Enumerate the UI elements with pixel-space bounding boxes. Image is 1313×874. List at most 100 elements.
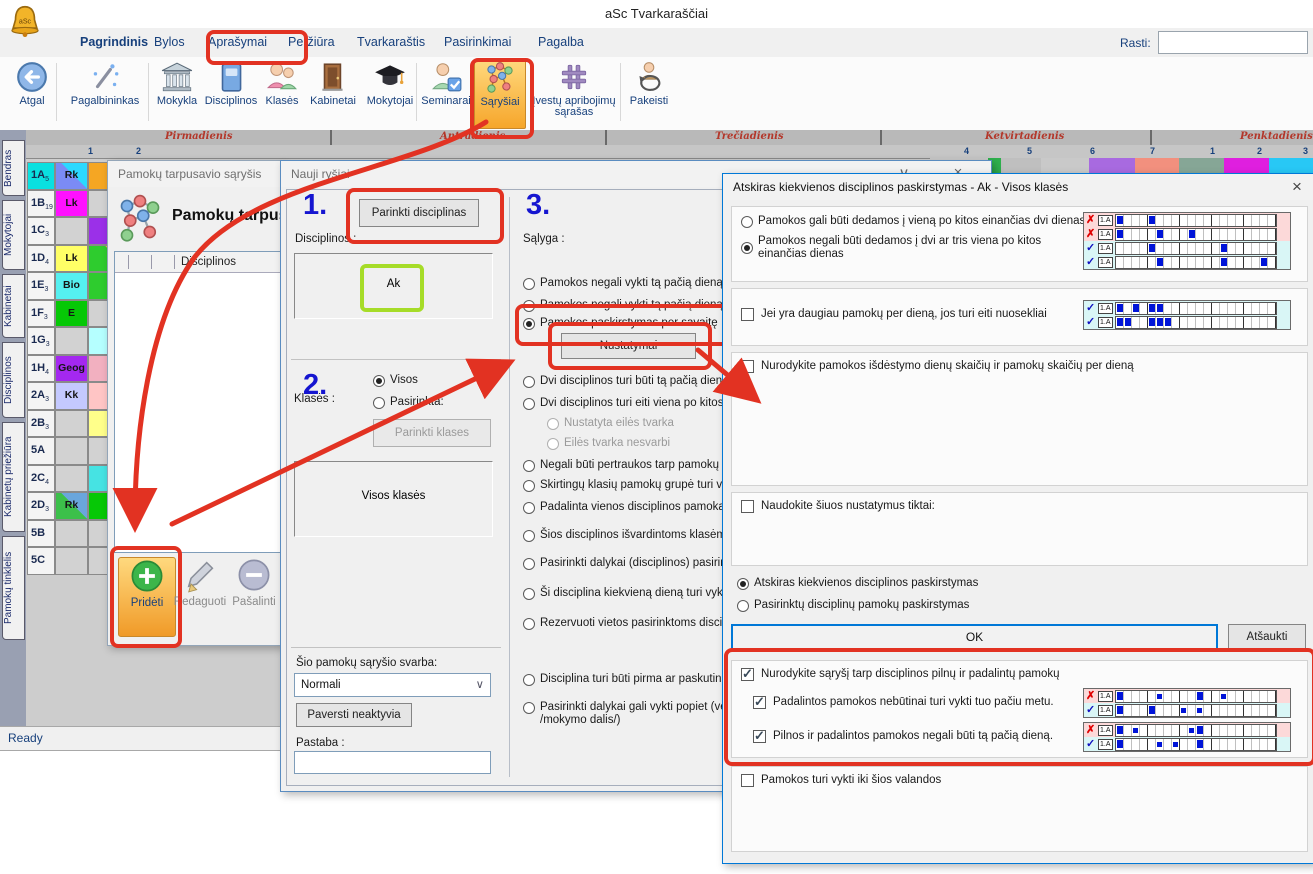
class-row-2B[interactable]: 2B3	[27, 410, 55, 438]
condition-radio-12[interactable]	[523, 558, 535, 570]
asc-bell-icon[interactable]: aSc	[6, 2, 44, 42]
consecutive-forbidden-radio[interactable]	[741, 242, 753, 254]
condition-label-16[interactable]: Pasirinkti dalykai gali vykti popiet (vė…	[540, 701, 750, 727]
sidebar-tab-kabinetai[interactable]: Kabinetai	[2, 274, 25, 338]
toolbar-button-atgal[interactable]: Atgal	[10, 59, 54, 127]
find-input[interactable]	[1158, 31, 1308, 54]
sidebar-tab-mokytojai[interactable]: Mokytojai	[2, 200, 25, 270]
condition-label-10[interactable]: Padalinta vienos disciplinos pamoka tu	[540, 501, 738, 513]
lesson-cell[interactable]	[55, 217, 88, 245]
class-row-1C[interactable]: 1C3	[27, 217, 55, 245]
until-hour-checkbox[interactable]	[741, 774, 754, 787]
condition-radio-4[interactable]	[523, 376, 535, 388]
class-row-1G[interactable]: 1G3	[27, 327, 55, 355]
condition-label-7[interactable]: Eilės tvarka nesvarbi	[564, 437, 670, 449]
lesson-cell[interactable]: Kk	[55, 382, 88, 410]
condition-label-14[interactable]: Rezervuoti vietos pasirinktoms discipli	[540, 617, 734, 629]
deactivate-button[interactable]: Paversti neaktyvia	[296, 703, 412, 727]
toolbar-button-pakeisti[interactable]: Pakeisti	[624, 59, 674, 127]
classes-all-radio[interactable]	[373, 375, 385, 387]
class-row-5B[interactable]: 5B	[27, 520, 55, 548]
selected-subjects-radio[interactable]	[737, 600, 749, 612]
lesson-cell[interactable]	[55, 410, 88, 438]
lesson-cell[interactable]: Bio	[55, 272, 88, 300]
consecutive-allowed-radio[interactable]	[741, 216, 753, 228]
sequential-checkbox[interactable]	[741, 308, 754, 321]
class-row-2D[interactable]: 2D3	[27, 492, 55, 520]
class-row-1E[interactable]: 1E3	[27, 272, 55, 300]
relations-column-header[interactable]: Disciplinos	[175, 256, 236, 268]
lesson-cell[interactable]: Lk	[55, 245, 88, 273]
toolbar-button-kabinetai[interactable]: Kabinetai	[306, 59, 360, 127]
menu-item-bylos[interactable]: Bylos	[154, 35, 185, 49]
toolbar-button-klasės[interactable]: Klasės	[260, 59, 304, 127]
condition-label-13[interactable]: Ši disciplina kiekvieną dieną turi vykti	[540, 587, 729, 599]
classes-selected-radio[interactable]	[373, 397, 385, 409]
sidebar-tab-pamokų-tinklelis[interactable]: Pamokų tinklelis	[2, 536, 25, 640]
until-hour-label[interactable]: Pamokos turi vykti iki šios valandos	[761, 774, 941, 786]
class-row-1D[interactable]: 1D4	[27, 245, 55, 273]
toolbar-button-seminarai[interactable]: Seminarai	[420, 59, 472, 127]
remove-relation-button[interactable]: Pašalinti	[226, 557, 282, 635]
specify-days-checkbox[interactable]	[741, 360, 754, 373]
menu-item-pagalba[interactable]: Pagalba	[538, 35, 584, 49]
condition-radio-16[interactable]	[523, 702, 535, 714]
condition-radio-7[interactable]	[547, 438, 559, 450]
condition-label-6[interactable]: Nustatyta eilės tvarka	[564, 417, 674, 429]
lesson-cell[interactable]	[55, 437, 88, 465]
classes-all-label[interactable]: Visos	[390, 374, 418, 386]
condition-radio-10[interactable]	[523, 502, 535, 514]
toolbar-button-mokykla[interactable]: Mokykla	[152, 59, 202, 127]
sidebar-tab-kabinetų-priežiūra[interactable]: Kabinetų priežiūra	[2, 422, 25, 532]
condition-radio-14[interactable]	[523, 618, 535, 630]
relations-list[interactable]: Disciplinos	[114, 251, 283, 553]
toolbar-button-disciplinos[interactable]: Disciplinos	[204, 59, 258, 127]
lesson-cell[interactable]: Rk	[55, 492, 88, 520]
sequential-label[interactable]: Jei yra daugiau pamokų per dieną, jos tu…	[761, 308, 1047, 320]
importance-select[interactable]: Normali∨	[294, 673, 491, 697]
lesson-cell[interactable]	[55, 465, 88, 493]
condition-label-12[interactable]: Pasirinkti dalykai (disciplinos) pasirin…	[540, 557, 736, 569]
class-row-2A[interactable]: 2A3	[27, 382, 55, 410]
each-discipline-radio[interactable]	[737, 578, 749, 590]
class-row-1B[interactable]: 1B19	[27, 190, 55, 218]
class-row-5C[interactable]: 5C	[27, 547, 55, 575]
condition-label-8[interactable]: Negali būti pertraukos tarp pamokų gr	[540, 459, 732, 471]
lesson-cell[interactable]: E	[55, 300, 88, 328]
classes-selected-label[interactable]: Pasirinkta:	[390, 396, 444, 408]
use-only-checkbox[interactable]	[741, 500, 754, 513]
lesson-cell[interactable]	[55, 520, 88, 548]
note-input[interactable]	[294, 751, 491, 774]
condition-radio-11[interactable]	[523, 530, 535, 542]
sidebar-tab-bendras[interactable]: Bendras	[2, 140, 25, 196]
sidebar-tab-disciplinos[interactable]: Disciplinos	[2, 342, 25, 418]
condition-radio-9[interactable]	[523, 480, 535, 492]
pick-classes-button[interactable]: Parinkti klases	[373, 419, 491, 447]
cancel-button[interactable]: Atšaukti	[1228, 624, 1306, 650]
condition-label-15[interactable]: Disciplina turi būti pirma ar paskutinė	[540, 673, 728, 685]
specify-days-label[interactable]: Nurodykite pamokos išdėstymo dienų skaič…	[761, 360, 1134, 372]
toolbar-button-įvestų-apribojimų-sąrašas[interactable]: Įvestų apribojimų sąrašas	[526, 59, 622, 127]
toolbar-button-mokytojai[interactable]: Mokytojai	[362, 59, 418, 127]
condition-label-11[interactable]: Šios disciplinos išvardintoms klasėms t	[540, 529, 738, 541]
toolbar-button-pagalbininkas[interactable]: Pagalbininkas	[62, 59, 148, 127]
menu-item-pasirinkimai[interactable]: Pasirinkimai	[444, 35, 511, 49]
condition-label-0[interactable]: Pamokos negali vykti tą pačią dieną	[540, 277, 723, 289]
condition-radio-5[interactable]	[523, 398, 535, 410]
condition-label-5[interactable]: Dvi disciplinos turi eiti viena po kitos	[540, 397, 723, 409]
lesson-cell[interactable]: Rk	[55, 162, 88, 190]
condition-radio-6[interactable]	[547, 418, 559, 430]
class-row-5A[interactable]: 5A	[27, 437, 55, 465]
ok-button[interactable]: OK	[731, 624, 1218, 650]
lesson-cell[interactable]: Geog	[55, 355, 88, 383]
condition-radio-0[interactable]	[523, 278, 535, 290]
menu-item-tvarkaraštis[interactable]: Tvarkaraštis	[357, 35, 425, 49]
consecutive-forbidden-label[interactable]: Pamokos negali būti dedamos į dvi ar tri…	[758, 235, 1078, 261]
menu-item-pagrindinis[interactable]: Pagrindinis	[80, 35, 148, 49]
condition-radio-15[interactable]	[523, 674, 535, 686]
close-icon[interactable]: ×	[1286, 177, 1308, 197]
condition-radio-8[interactable]	[523, 460, 535, 472]
condition-label-9[interactable]: Skirtingų klasių pamokų grupė turi vyk	[540, 479, 734, 491]
class-row-2C[interactable]: 2C4	[27, 465, 55, 493]
condition-radio-13[interactable]	[523, 588, 535, 600]
